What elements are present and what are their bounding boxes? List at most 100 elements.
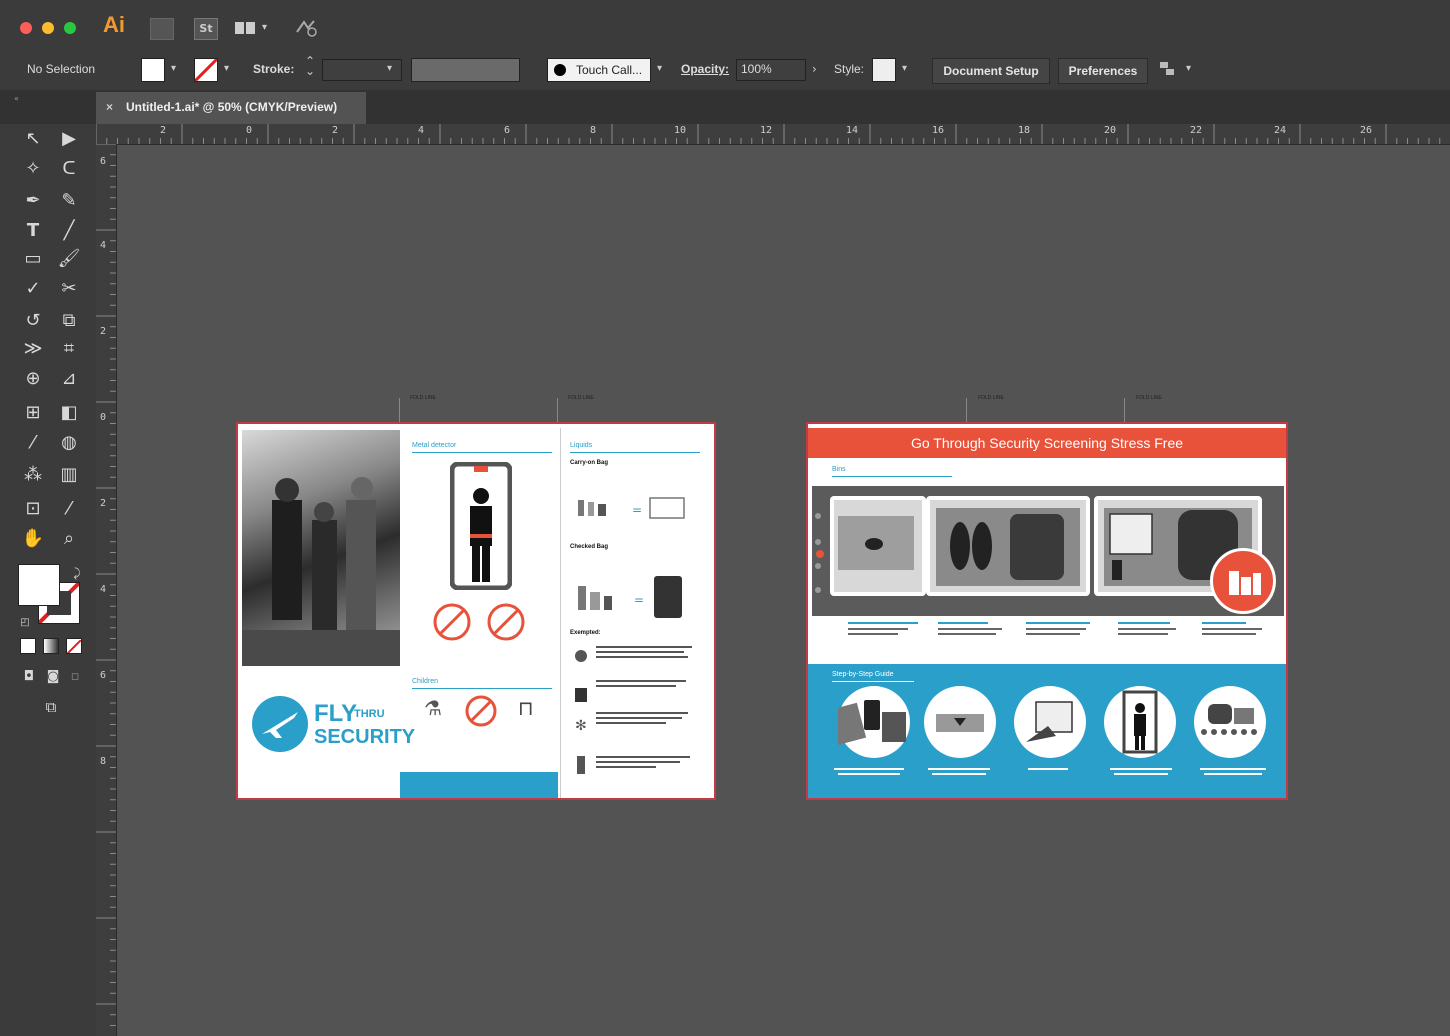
ruler-label: 14: [846, 125, 859, 136]
draw-inside-icon[interactable]: ▫: [62, 664, 88, 690]
preferences-button[interactable]: Preferences: [1058, 58, 1148, 84]
column-graph-tool-icon[interactable]: ▥: [56, 462, 82, 488]
brush-chevron-icon[interactable]: ▾: [657, 63, 662, 74]
stock-icon[interactable]: St: [194, 18, 218, 40]
opacity-value: 100%: [741, 62, 772, 76]
gradient-tool-icon[interactable]: ◧: [56, 400, 82, 426]
step-documents-icon: [827, 686, 910, 758]
ruler-label: 2: [332, 125, 339, 136]
gpu-performance-icon[interactable]: [294, 18, 320, 38]
direct-selection-tool-icon[interactable]: ▶: [56, 126, 82, 152]
color-mode-icon[interactable]: [20, 638, 36, 654]
divider: [570, 452, 700, 453]
minimize-window-button[interactable]: [42, 22, 54, 34]
arrange-chevron-icon[interactable]: ▾: [1186, 63, 1191, 74]
horizontal-ruler[interactable]: 2 0 2 4 6 8 10 12 14 16 18 20 22 24 26: [96, 124, 1450, 145]
artboard-tool-icon[interactable]: ⊡: [20, 496, 46, 522]
fold-line-label: FOLD LINE: [410, 395, 436, 401]
stroke-swatch[interactable]: [194, 58, 218, 82]
paintbrush-tool-icon[interactable]: 🖌: [56, 246, 82, 272]
exempted-heading: Exempted:: [570, 630, 601, 636]
type-tool-icon[interactable]: T: [20, 218, 46, 244]
arrange-documents-chevron-icon[interactable]: ▾: [262, 22, 267, 33]
arrange-icon[interactable]: [1158, 60, 1178, 80]
document-tab[interactable]: × Untitled-1.ai* @ 50% (CMYK/Preview): [96, 92, 366, 124]
maximize-window-button[interactable]: [64, 22, 76, 34]
no-carry-icon: [464, 694, 498, 732]
application-bar: Ai St ▾: [0, 0, 1450, 53]
gradient-mode-icon[interactable]: [43, 638, 59, 654]
stroke-chevron-icon[interactable]: ▾: [224, 63, 229, 74]
opacity-expand-icon[interactable]: ›: [812, 62, 817, 76]
ruler-label: 0: [246, 125, 253, 136]
selection-status: No Selection: [27, 62, 96, 76]
curvature-tool-icon[interactable]: ✎: [56, 188, 82, 214]
no-metal-icon: [432, 602, 472, 646]
close-tab-icon[interactable]: ×: [106, 92, 113, 122]
line-segment-tool-icon[interactable]: ╱: [56, 218, 82, 244]
fold-line-label: FOLD LINE: [1136, 395, 1162, 401]
draw-normal-icon[interactable]: ◘: [16, 664, 42, 690]
step-guide-heading: Step-by-Step Guide: [832, 671, 894, 678]
arrange-documents-icon[interactable]: [234, 18, 256, 38]
document-setup-button[interactable]: Document Setup: [932, 58, 1050, 84]
ruler-label: 4: [418, 125, 425, 136]
perspective-grid-tool-icon[interactable]: ⊿: [56, 366, 82, 392]
opacity-label[interactable]: Opacity:: [681, 62, 729, 76]
mesh-tool-icon[interactable]: ⊞: [20, 400, 46, 426]
horizontal-ruler-ticks: [96, 124, 1441, 144]
stroke-weight-field[interactable]: ▾: [322, 59, 402, 81]
shape-builder-tool-icon[interactable]: ⊕: [20, 366, 46, 392]
ruler-label: 4: [100, 240, 107, 251]
collapse-panels-icon[interactable]: «: [14, 94, 19, 103]
step-laptop-icon: [1014, 686, 1086, 758]
shaper-tool-icon[interactable]: ✓: [20, 276, 46, 302]
stroke-weight-stepper[interactable]: ⌃ ⌄: [305, 55, 315, 77]
pen-tool-icon[interactable]: ✒: [20, 188, 46, 214]
none-mode-icon[interactable]: [66, 638, 82, 654]
library-icon[interactable]: [150, 18, 174, 40]
children-heading: Children: [412, 678, 439, 685]
scale-tool-icon[interactable]: ⧉: [56, 308, 82, 334]
fill-swatch[interactable]: [141, 58, 165, 82]
rotate-tool-icon[interactable]: ↺: [20, 308, 46, 334]
banner-title: Go Through Security Screening Stress Fre…: [910, 435, 1184, 451]
swap-colors-icon[interactable]: ⤸: [64, 560, 90, 586]
graphic-style-swatch[interactable]: [872, 58, 896, 82]
free-transform-tool-icon[interactable]: ⌗: [56, 336, 82, 362]
default-colors-icon[interactable]: ◰: [12, 610, 38, 636]
divider: [832, 681, 914, 682]
brush-definition-field[interactable]: Touch Call...: [547, 58, 651, 82]
ruler-label: 6: [100, 670, 107, 681]
bin-captions: [812, 618, 1282, 662]
artboard-right[interactable]: Go Through Security Screening Stress Fre…: [806, 422, 1288, 800]
scissors-tool-icon[interactable]: ✂: [56, 276, 82, 302]
ruler-label: 12: [760, 125, 773, 136]
checked-liquids-icon: =: [574, 570, 690, 620]
style-chevron-icon[interactable]: ▾: [902, 63, 907, 74]
blend-tool-icon[interactable]: ◍: [56, 430, 82, 456]
artboard-left[interactable]: FLY THRU SECURITY Metal detector Childre…: [236, 422, 716, 800]
step-bins-icon: [924, 686, 996, 758]
close-window-button[interactable]: [20, 22, 32, 34]
eyedropper-tool-icon[interactable]: ⁄: [20, 430, 46, 456]
child-detector-icon: ⊓: [518, 696, 534, 720]
stroller-icon: ⚗: [424, 696, 442, 720]
step-collect-icon: [1194, 686, 1266, 758]
lasso-tool-icon[interactable]: ᑕ: [56, 156, 82, 182]
width-tool-icon[interactable]: ≫: [20, 336, 46, 362]
vertical-ruler[interactable]: 6 4 2 0 2 4 6 8: [96, 144, 117, 1036]
change-screen-mode-icon[interactable]: ⧉: [38, 694, 64, 720]
variable-width-profile[interactable]: [411, 58, 520, 82]
slice-tool-icon[interactable]: ⁄: [56, 496, 82, 522]
opacity-field[interactable]: 100%: [736, 59, 806, 81]
zoom-tool-icon[interactable]: ⌕: [56, 526, 82, 552]
magic-wand-tool-icon[interactable]: ✧: [20, 156, 46, 182]
ruler-label: 0: [100, 412, 107, 423]
fill-chevron-icon[interactable]: ▾: [171, 63, 176, 74]
symbol-sprayer-tool-icon[interactable]: ⁂: [20, 462, 46, 488]
hand-tool-icon[interactable]: ✋: [20, 526, 46, 552]
selection-tool-icon[interactable]: ↖: [20, 126, 46, 152]
rectangle-tool-icon[interactable]: ▭: [20, 246, 46, 272]
fill-color-swatch[interactable]: [18, 564, 60, 606]
